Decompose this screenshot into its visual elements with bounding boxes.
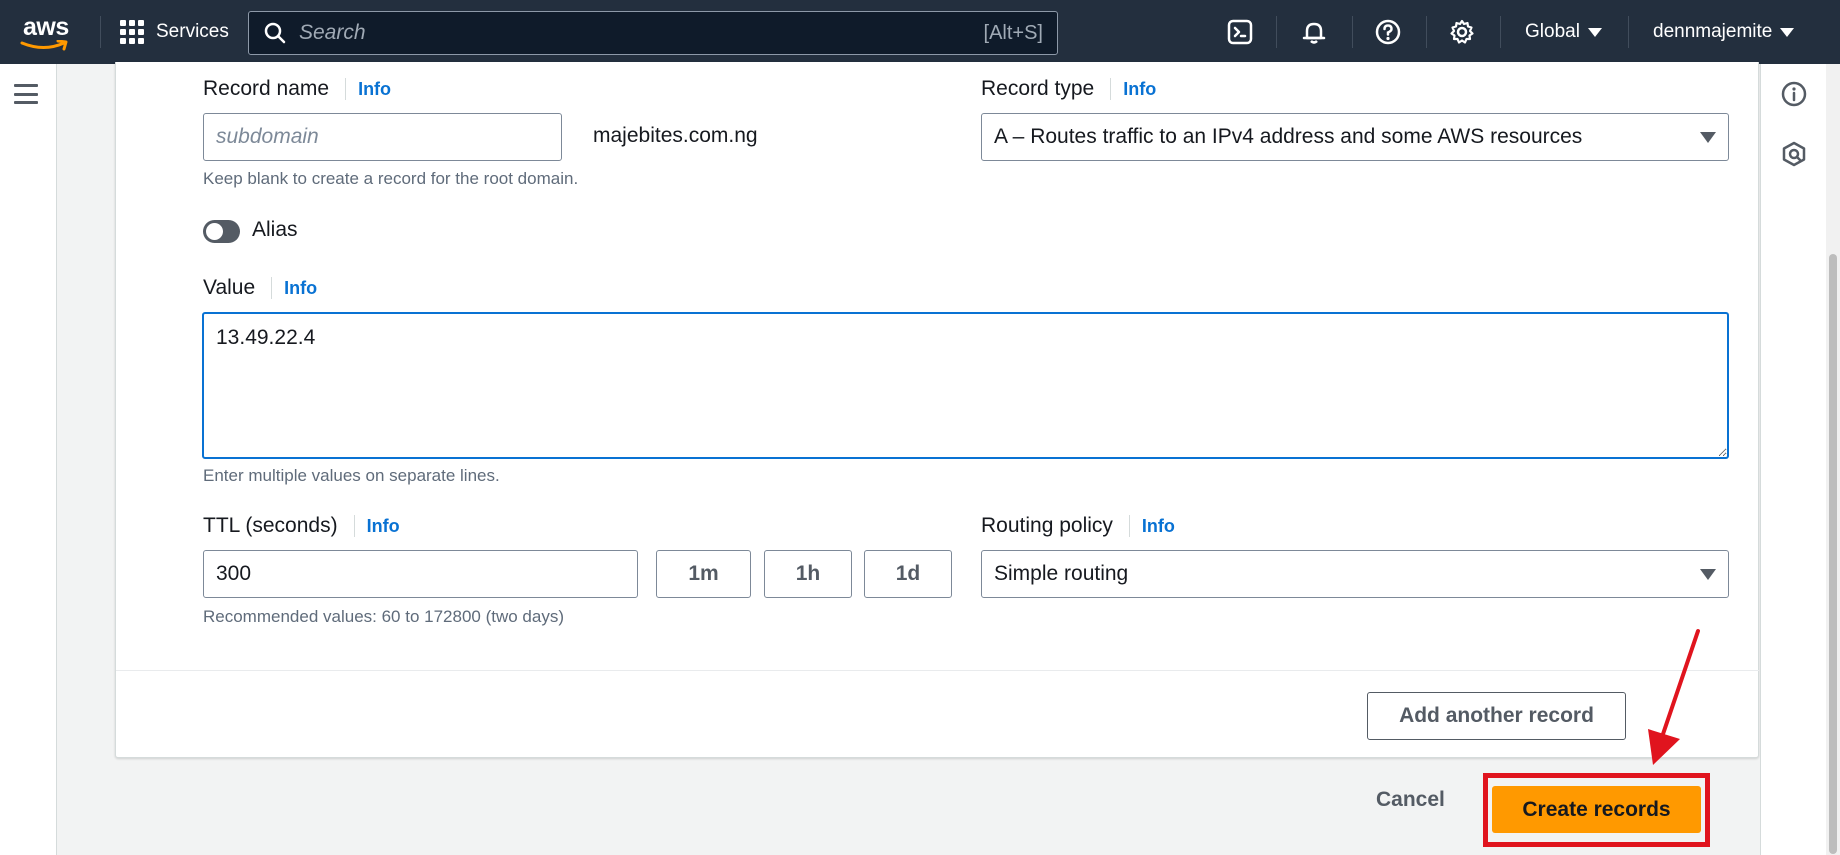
hamburger-menu-icon[interactable] [14,84,38,104]
settings-gear-icon[interactable] [1448,18,1476,46]
services-menu-button[interactable]: Services [120,0,229,64]
record-form-panel: Record name Info majebites.com.ng Keep b… [115,62,1759,758]
alias-toggle[interactable] [203,220,240,243]
left-navigation-rail [0,64,57,855]
info-panel-icon[interactable] [1781,81,1807,107]
region-label: Global [1525,21,1580,42]
caret-down-icon [1700,131,1716,143]
routing-policy-select[interactable]: Simple routing [981,550,1729,598]
ttl-1d-button[interactable]: 1d [864,550,952,598]
scrollbar-thumb[interactable] [1829,254,1837,854]
region-selector[interactable]: Global [1525,0,1602,64]
top-navigation: aws Services [Alt+S] [0,0,1840,64]
nav-separator [1500,16,1501,48]
cancel-button[interactable]: Cancel [1376,788,1445,812]
value-hint: Enter multiple values on separate lines. [203,466,500,485]
aws-logo[interactable]: aws [20,13,76,51]
routing-policy-label: Routing policy [981,514,1113,537]
nav-separator [1352,16,1353,48]
resource-panel-icon[interactable] [1781,141,1807,167]
routing-policy-info-link[interactable]: Info [1128,515,1175,537]
aws-smile-icon [20,40,68,51]
account-label: dennmajemite [1653,21,1773,42]
search-input[interactable] [299,21,984,45]
toggle-knob [206,223,223,240]
services-grid-icon [120,20,144,44]
value-info-link[interactable]: Info [271,277,317,299]
search-icon [264,22,286,44]
ttl-label-row: TTL (seconds) Info [203,514,400,538]
value-textarea[interactable]: 13.49.22.4 [202,312,1729,459]
nav-separator [1426,16,1427,48]
right-utility-rail [1760,64,1826,855]
search-bar[interactable]: [Alt+S] [248,11,1058,55]
cloudshell-icon[interactable] [1226,18,1254,46]
alias-label: Alias [252,218,298,241]
ttl-1m-button[interactable]: 1m [656,550,751,598]
aws-logo-text: aws [23,13,69,41]
panel-divider [116,670,1759,671]
nav-separator [1276,16,1277,48]
record-type-label-row: Record type Info [981,77,1156,101]
ttl-input[interactable] [203,550,638,598]
record-type-value: A – Routes traffic to an IPv4 address an… [994,125,1583,148]
value-label: Value [203,276,256,299]
record-name-hint: Keep blank to create a record for the ro… [203,169,579,188]
services-label: Services [156,21,229,42]
routing-policy-label-row: Routing policy Info [981,514,1175,538]
ttl-label: TTL (seconds) [203,514,338,537]
record-name-label: Record name [203,77,330,100]
record-name-input[interactable] [203,113,562,161]
routing-policy-value: Simple routing [994,562,1129,585]
help-icon[interactable] [1374,18,1402,46]
record-name-info-link[interactable]: Info [345,78,391,100]
add-another-record-button[interactable]: Add another record [1367,692,1626,740]
create-records-button[interactable]: Create records [1492,786,1701,833]
domain-suffix: majebites.com.ng [593,124,758,147]
record-name-label-row: Record name Info [203,77,391,101]
caret-down-icon [1780,27,1795,37]
record-type-label: Record type [981,77,1095,100]
nav-separator [100,16,101,48]
ttl-1h-button[interactable]: 1h [764,550,852,598]
search-shortcut-hint: [Alt+S] [983,21,1043,44]
account-menu[interactable]: dennmajemite [1653,0,1795,64]
ttl-hint: Recommended values: 60 to 172800 (two da… [203,607,564,626]
main-content: Record name Info majebites.com.ng Keep b… [57,62,1760,855]
caret-down-icon [1587,27,1602,37]
caret-down-icon [1700,568,1716,580]
annotation-arrow-icon [1648,629,1700,765]
ttl-info-link[interactable]: Info [353,515,400,537]
nav-separator [1628,16,1629,48]
record-type-select[interactable]: A – Routes traffic to an IPv4 address an… [981,113,1729,161]
record-type-info-link[interactable]: Info [1110,78,1156,100]
value-label-row: Value Info [203,276,317,300]
page-scrollbar[interactable] [1826,64,1840,855]
notifications-bell-icon[interactable] [1300,18,1328,46]
